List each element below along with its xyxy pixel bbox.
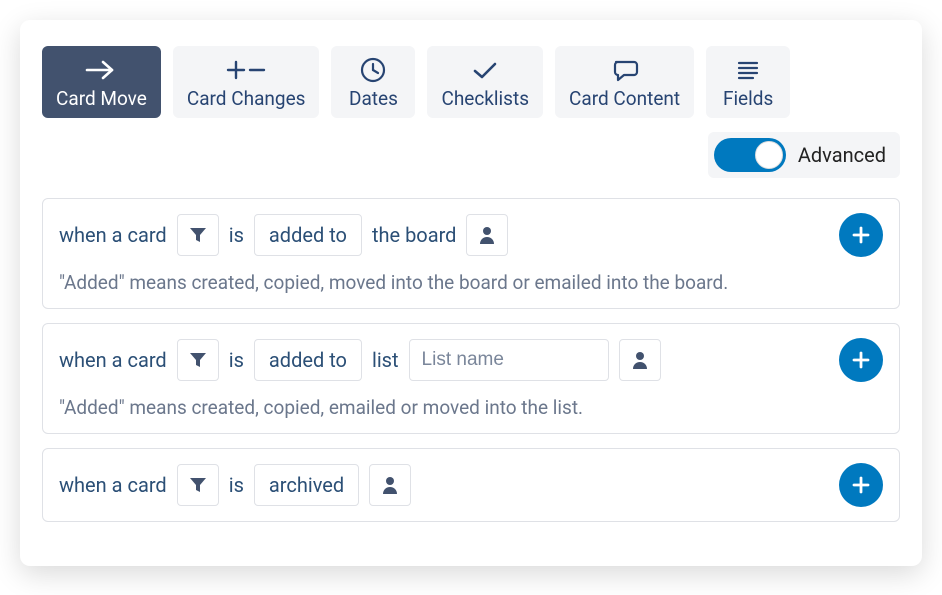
tab-label: Checklists — [441, 87, 529, 110]
trigger-text: is — [229, 473, 244, 497]
advanced-row: Advanced — [42, 132, 900, 178]
trigger-helper: "Added" means created, copied, moved int… — [59, 271, 883, 294]
trigger-text: the board — [372, 223, 457, 247]
tab-label: Dates — [349, 87, 398, 110]
filter-button[interactable] — [177, 464, 219, 506]
add-trigger-button[interactable] — [839, 213, 883, 257]
trigger-text: when a card — [59, 348, 167, 372]
filter-button[interactable] — [177, 214, 219, 256]
filter-icon — [189, 227, 207, 243]
action-select[interactable]: added to — [254, 214, 362, 256]
trigger-helper: "Added" means created, copied, emailed o… — [59, 396, 883, 419]
trigger-card: when a card is added to list "Added" mea… — [42, 323, 900, 434]
tab-label: Card Content — [569, 87, 680, 110]
tab-card-content[interactable]: Card Content — [555, 46, 694, 118]
plus-icon — [851, 350, 871, 370]
plus-icon — [851, 225, 871, 245]
action-select[interactable]: archived — [254, 464, 359, 506]
action-value: added to — [269, 348, 347, 372]
advanced-toggle[interactable] — [714, 138, 786, 172]
plus-icon — [851, 475, 871, 495]
filter-button[interactable] — [177, 339, 219, 381]
action-select[interactable]: added to — [254, 339, 362, 381]
advanced-label: Advanced — [798, 143, 886, 167]
triggers-panel: Card Move Card Changes Dates Checklists — [20, 20, 922, 566]
speech-bubble-icon — [611, 55, 639, 85]
add-trigger-button[interactable] — [839, 338, 883, 382]
action-value: added to — [269, 223, 347, 247]
user-icon — [382, 476, 398, 494]
add-trigger-button[interactable] — [839, 463, 883, 507]
user-button[interactable] — [369, 464, 411, 506]
toggle-knob — [755, 141, 783, 169]
user-icon — [479, 226, 495, 244]
list-name-input[interactable] — [409, 339, 609, 381]
arrow-right-icon — [84, 55, 118, 85]
action-value: archived — [269, 473, 344, 497]
filter-icon — [189, 477, 207, 493]
trigger-text: is — [229, 348, 244, 372]
tab-card-move[interactable]: Card Move — [42, 46, 161, 118]
trigger-card: when a card is archived — [42, 448, 900, 522]
tab-fields[interactable]: Fields — [706, 46, 790, 118]
trigger-line: when a card is added to the board — [59, 213, 883, 257]
tab-dates[interactable]: Dates — [331, 46, 415, 118]
trigger-line: when a card is added to list — [59, 338, 883, 382]
trigger-line: when a card is archived — [59, 463, 883, 507]
tab-label: Card Move — [56, 87, 147, 110]
user-button[interactable] — [466, 214, 508, 256]
tab-checklists[interactable]: Checklists — [427, 46, 543, 118]
user-button[interactable] — [619, 339, 661, 381]
tab-label: Card Changes — [187, 87, 306, 110]
tab-label: Fields — [723, 87, 773, 110]
tab-card-changes[interactable]: Card Changes — [173, 46, 320, 118]
trigger-text: when a card — [59, 223, 167, 247]
trigger-text: is — [229, 223, 244, 247]
lines-icon — [736, 55, 760, 85]
clock-icon — [360, 55, 386, 85]
advanced-pill: Advanced — [708, 132, 900, 178]
user-icon — [632, 351, 648, 369]
trigger-text: when a card — [59, 473, 167, 497]
plus-minus-icon — [226, 55, 266, 85]
trigger-text: list — [372, 348, 399, 372]
tabs-row: Card Move Card Changes Dates Checklists — [42, 46, 900, 118]
filter-icon — [189, 352, 207, 368]
trigger-card: when a card is added to the board "Added… — [42, 198, 900, 309]
check-icon — [471, 55, 499, 85]
